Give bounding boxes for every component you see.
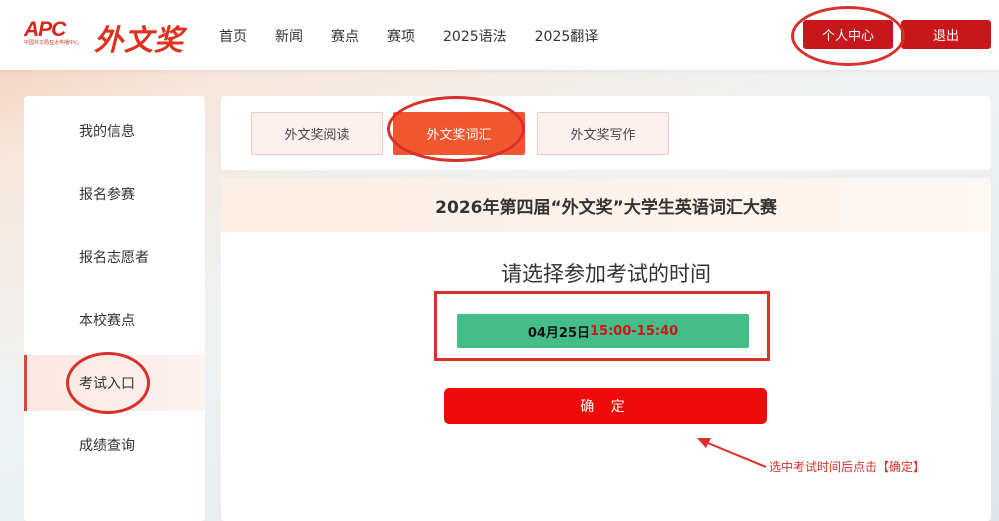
exam-time-slot-button[interactable]: 04月25日 15:00-15:40 [457,314,749,348]
apc-logo-text: APC [24,18,66,41]
contest-title: 2026年第四届“外文奖”大学生英语词汇大赛 [221,178,991,232]
contest-tabs-panel: 外文奖阅读 外文奖词汇 外文奖写作 [221,96,991,170]
nav-item-2025-translation[interactable]: 2025翻译 [535,26,599,46]
apc-logo-subtitle: 中国外文局亚太传播中心 [24,40,80,46]
nav-item-2025-grammar[interactable]: 2025语法 [443,26,507,46]
nav-item-venues[interactable]: 赛点 [331,26,359,46]
nav-item-home[interactable]: 首页 [219,26,247,46]
hint-text: 选中考试时间后点击【确定】 [769,460,926,474]
nav-item-events[interactable]: 赛项 [387,26,415,46]
sidebar-item-score-query[interactable]: 成绩查询 [24,417,205,473]
sidebar-item-my-info[interactable]: 我的信息 [24,103,205,159]
apc-logo[interactable]: APC 中国外文局亚太传播中心 [24,18,82,52]
tab-reading[interactable]: 外文奖阅读 [251,112,383,155]
logout-button[interactable]: 退出 [901,20,991,49]
slot-time: 15:00-15:40 [590,323,679,339]
top-navigation-bar: APC 中国外文局亚太传播中心 外文奖 首页 新闻 赛点 赛项 2025语法 2… [0,0,999,70]
slot-date: 04月25日 [527,325,591,341]
nav-item-news[interactable]: 新闻 [275,26,303,46]
sidebar-item-register[interactable]: 报名参赛 [24,166,205,222]
sidebar-item-volunteer[interactable]: 报名志愿者 [24,229,205,285]
personal-center-button[interactable]: 个人中心 [803,20,893,49]
select-time-prompt: 请选择参加考试的时间 [501,262,711,286]
sidebar: 我的信息 报名参赛 报名志愿者 本校赛点 考试入口 成绩查询 [24,96,205,521]
sidebar-item-school-venue[interactable]: 本校赛点 [24,292,205,348]
site-logo-name[interactable]: 外文奖 [94,17,184,59]
main-nav: 首页 新闻 赛点 赛项 2025语法 2025翻译 [219,26,626,46]
confirm-button[interactable]: 确 定 [444,388,767,424]
tab-writing[interactable]: 外文奖写作 [537,112,669,155]
exam-time-panel: 2026年第四届“外文奖”大学生英语词汇大赛 请选择参加考试的时间 04月25日… [221,178,991,521]
sidebar-item-exam-entry[interactable]: 考试入口 [24,355,205,411]
tab-vocabulary[interactable]: 外文奖词汇 [393,112,525,155]
